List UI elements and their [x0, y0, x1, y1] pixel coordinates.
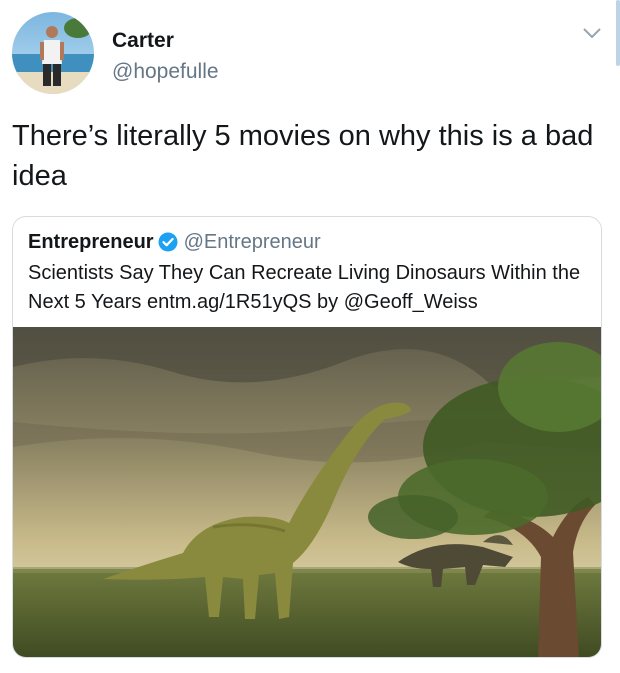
author-handle[interactable]: @hopefulle	[112, 60, 219, 84]
quoted-tweet-text: Scientists Say They Can Recreate Living …	[28, 262, 581, 313]
verified-badge-icon	[158, 232, 178, 252]
quoted-tweet[interactable]: Entrepreneur @Entrepreneur Scientists Sa…	[12, 216, 602, 658]
quoted-author-handle: @Entrepreneur	[183, 230, 321, 253]
dinosaur-scene-image[interactable]	[13, 327, 602, 658]
tweet-header: Carter @hopefulle	[12, 12, 608, 96]
avatar[interactable]	[12, 12, 94, 94]
chevron-down-icon[interactable]	[582, 26, 602, 40]
scrollbar[interactable]	[616, 0, 620, 66]
quoted-author-name: Entrepreneur	[28, 230, 154, 253]
tweet-text: There’s literally 5 movies on why this i…	[12, 120, 594, 192]
author-name[interactable]: Carter	[112, 29, 174, 53]
quoted-tweet-header: Entrepreneur @Entrepreneur	[28, 229, 321, 255]
avatar-photo-icon	[12, 12, 94, 94]
